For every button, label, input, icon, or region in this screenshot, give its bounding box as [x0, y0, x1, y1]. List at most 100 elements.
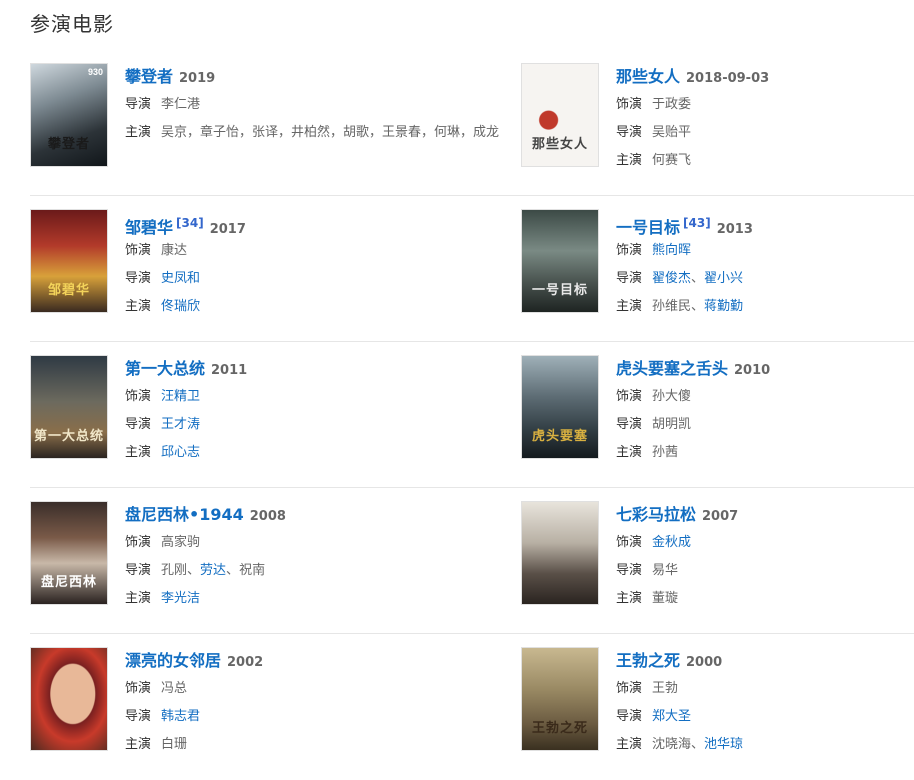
credit-label: 主演: [125, 125, 152, 140]
person-link[interactable]: 熊向晖: [652, 243, 691, 258]
film-grid: 930 攀登者 攀登者 2019 导演 李仁港 主演 吴京，章子怡，张译，井柏然，胡歌，王景春…: [30, 50, 914, 780]
person-link[interactable]: 劳达: [200, 563, 226, 578]
credit-label: 导演: [125, 563, 152, 578]
film-card: 930 攀登者 攀登者 2019 导演 李仁港 主演 吴京，章子怡，张译，井柏然，胡歌，王景春…: [30, 50, 521, 196]
credit-values: 胡明凯: [652, 413, 902, 437]
credit-values: 孙大傻: [652, 385, 902, 409]
credit-label: 主演: [125, 445, 152, 460]
film-year: 2007: [702, 509, 739, 524]
credit-row: 主演 李光洁: [125, 587, 509, 611]
film-poster[interactable]: 一号目标: [521, 209, 599, 313]
credit-label: 饰演: [616, 243, 643, 258]
person-name: 吴贻平: [652, 125, 692, 140]
film-poster[interactable]: 那些女人: [521, 63, 599, 167]
film-poster[interactable]: 930 攀登者: [30, 63, 108, 167]
credit-values: 孙茜: [652, 441, 902, 465]
reference-link[interactable]: [43]: [683, 216, 711, 230]
person-link[interactable]: 池华琼: [704, 737, 743, 752]
film-poster[interactable]: 盘尼西林: [30, 501, 108, 605]
film-year: 2011: [211, 363, 248, 378]
poster-title-text: 攀登者: [47, 137, 90, 152]
film-info: 虎头要塞之舌头 2010 饰演 孙大傻 导演 胡明凯 主演 孙茜: [616, 357, 902, 465]
name-separator: 、: [691, 737, 705, 752]
film-info: 第一大总统 2011 饰演 汪精卫 导演 王才涛 主演 邱心志: [125, 357, 509, 465]
film-year: 2013: [716, 222, 753, 237]
credit-values: 孔刚、劳达、祝南: [161, 559, 509, 583]
person-link[interactable]: 佟瑞欣: [161, 299, 200, 314]
person-name: 胡明凯: [652, 417, 692, 432]
credit-label: 饰演: [616, 97, 643, 112]
film-title-line: 攀登者 2019: [125, 65, 509, 89]
film-info: 漂亮的女邻居 2002 饰演 冯总 导演 韩志君 主演 白珊: [125, 649, 509, 757]
person-name: 沈晓海: [652, 737, 692, 752]
film-year: 2002: [227, 655, 264, 670]
credit-row: 主演 白珊: [125, 733, 509, 757]
film-title-link[interactable]: 邹碧华: [125, 218, 173, 237]
credit-label: 饰演: [125, 389, 152, 404]
film-card: 邹碧华 邹碧华 [34] 2017 饰演 康达 导演 史凤和 主演 佟瑞欣: [30, 196, 521, 342]
person-link[interactable]: 王才涛: [161, 417, 200, 432]
credit-label: 饰演: [616, 681, 643, 696]
credit-row: 主演 何赛飞: [616, 149, 902, 173]
reference-link[interactable]: [34]: [176, 216, 204, 230]
poster-title-text: 盘尼西林: [40, 575, 97, 590]
film-card: 虎头要塞 虎头要塞之舌头 2010 饰演 孙大傻 导演 胡明凯 主演 孙茜: [521, 342, 914, 488]
person-name: 李仁港: [161, 97, 201, 112]
person-link[interactable]: 蒋勤勤: [704, 299, 743, 314]
person-name: 冯总: [161, 681, 188, 696]
person-link[interactable]: 邱心志: [161, 445, 200, 460]
film-poster[interactable]: 王勃之死: [521, 647, 599, 751]
credit-label: 主演: [125, 737, 152, 752]
credit-label: 主演: [125, 299, 152, 314]
film-title-link[interactable]: 第一大总统: [125, 359, 205, 378]
film-poster[interactable]: 虎头要塞: [521, 355, 599, 459]
film-title-line: 那些女人 2018-09-03: [616, 65, 902, 89]
film-title-link[interactable]: 盘尼西林•1944: [125, 505, 244, 524]
film-poster[interactable]: [521, 501, 599, 605]
film-title-link[interactable]: 那些女人: [616, 67, 680, 86]
film-poster[interactable]: 第一大总统: [30, 355, 108, 459]
person-name: 孙茜: [652, 445, 679, 460]
film-title-line: 盘尼西林•1944 2008: [125, 503, 509, 527]
film-card: 第一大总统 第一大总统 2011 饰演 汪精卫 导演 王才涛 主演 邱心志: [30, 342, 521, 488]
film-title-link[interactable]: 虎头要塞之舌头: [616, 359, 728, 378]
person-name: 何赛飞: [652, 153, 692, 168]
film-year: 2018-09-03: [686, 71, 770, 86]
person-name: 祝南: [239, 563, 266, 578]
person-link[interactable]: 史凤和: [161, 271, 200, 286]
person-link[interactable]: 金秋成: [652, 535, 691, 550]
credit-values: 康达: [161, 239, 509, 263]
credit-row: 饰演 于政委: [616, 93, 902, 117]
film-title-link[interactable]: 攀登者: [125, 67, 173, 86]
credit-row: 主演 孙茜: [616, 441, 902, 465]
person-link[interactable]: 汪精卫: [161, 389, 200, 404]
film-title-line: 王勃之死 2000: [616, 649, 902, 673]
film-poster[interactable]: 邹碧华: [30, 209, 108, 313]
credit-values: 李光洁: [161, 587, 509, 611]
credit-values: 高家驹: [161, 531, 509, 555]
credit-row: 饰演 熊向晖: [616, 239, 902, 263]
person-link[interactable]: 翟俊杰: [652, 271, 691, 286]
person-link[interactable]: 李光洁: [161, 591, 200, 606]
film-title-link[interactable]: 一号目标: [616, 218, 680, 237]
film-title-line: 虎头要塞之舌头 2010: [616, 357, 902, 381]
film-title-link[interactable]: 王勃之死: [616, 651, 680, 670]
film-info: 邹碧华 [34] 2017 饰演 康达 导演 史凤和 主演 佟瑞欣: [125, 211, 509, 319]
person-link[interactable]: 郑大圣: [652, 709, 691, 724]
credit-row: 主演 董璇: [616, 587, 902, 611]
film-poster[interactable]: [30, 647, 108, 751]
person-link[interactable]: 韩志君: [161, 709, 200, 724]
credit-label: 导演: [616, 271, 643, 286]
credit-label: 主演: [616, 737, 643, 752]
credit-values: 王勃: [652, 677, 902, 701]
film-year: 2010: [734, 363, 771, 378]
film-card: 七彩马拉松 2007 饰演 金秋成 导演 易华 主演 董璇: [521, 488, 914, 634]
film-title-link[interactable]: 漂亮的女邻居: [125, 651, 221, 670]
film-title-link[interactable]: 七彩马拉松: [616, 505, 696, 524]
credit-label: 导演: [616, 125, 643, 140]
person-link[interactable]: 翟小兴: [704, 271, 743, 286]
credit-label: 导演: [125, 271, 152, 286]
poster-title-text: 王勃之死: [531, 721, 588, 736]
film-title-line: 漂亮的女邻居 2002: [125, 649, 509, 673]
credit-values: 熊向晖: [652, 239, 902, 263]
